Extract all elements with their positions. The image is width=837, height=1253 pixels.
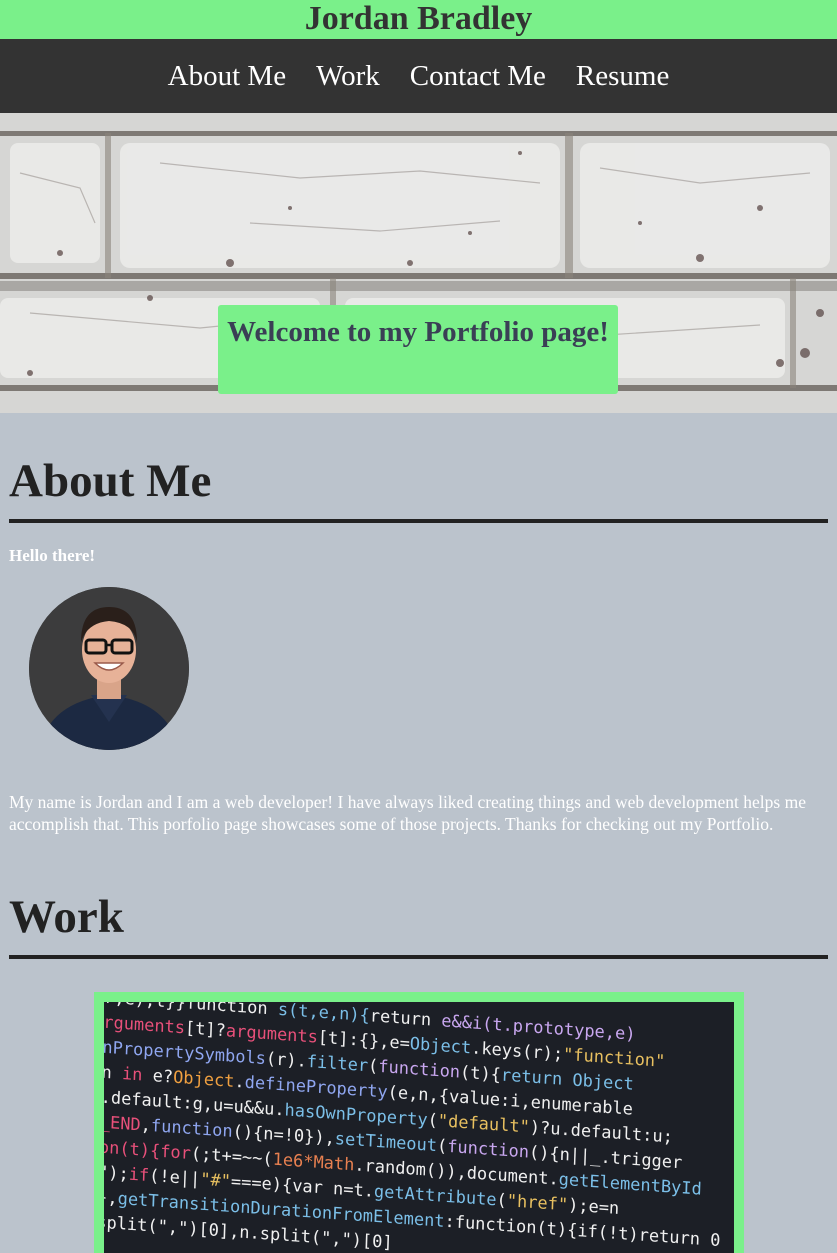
nav-link-about-me[interactable]: About Me bbox=[168, 60, 286, 93]
work-divider bbox=[9, 955, 828, 959]
work-project-card[interactable]: (r,e),t}}function s(t,e,n){return e&&i(t… bbox=[93, 992, 744, 1253]
profile-photo bbox=[29, 587, 189, 750]
about-heading: About Me bbox=[9, 455, 212, 507]
nav-link-contact-me[interactable]: Contact Me bbox=[410, 60, 546, 93]
hero-banner: Welcome to my Portfolio page! bbox=[0, 113, 837, 413]
about-divider bbox=[9, 519, 828, 523]
greeting-text: Hello there! bbox=[9, 546, 96, 565]
main-nav: About Me Work Contact Me Resume bbox=[0, 39, 837, 113]
code-texture: (r,e),t}}function s(t,e,n){return e&&i(t… bbox=[103, 1002, 721, 1253]
profile-portrait-image bbox=[29, 587, 189, 750]
nav-link-work[interactable]: Work bbox=[316, 60, 380, 93]
work-section: Work (r,e),t}}function s(t,e,n){return e… bbox=[0, 890, 837, 1253]
work-heading: Work bbox=[9, 891, 124, 943]
nav-link-resume[interactable]: Resume bbox=[576, 60, 669, 93]
about-section: About Me Hello there! My name is Jordan … bbox=[0, 413, 837, 835]
code-screenshot-image[interactable]: (r,e),t}}function s(t,e,n){return e&&i(t… bbox=[103, 1002, 734, 1253]
welcome-banner: Welcome to my Portfolio page! bbox=[218, 305, 618, 394]
site-title: Jordan Bradley bbox=[0, 0, 837, 39]
bio-paragraph: My name is Jordan and I am a web develop… bbox=[9, 792, 806, 834]
